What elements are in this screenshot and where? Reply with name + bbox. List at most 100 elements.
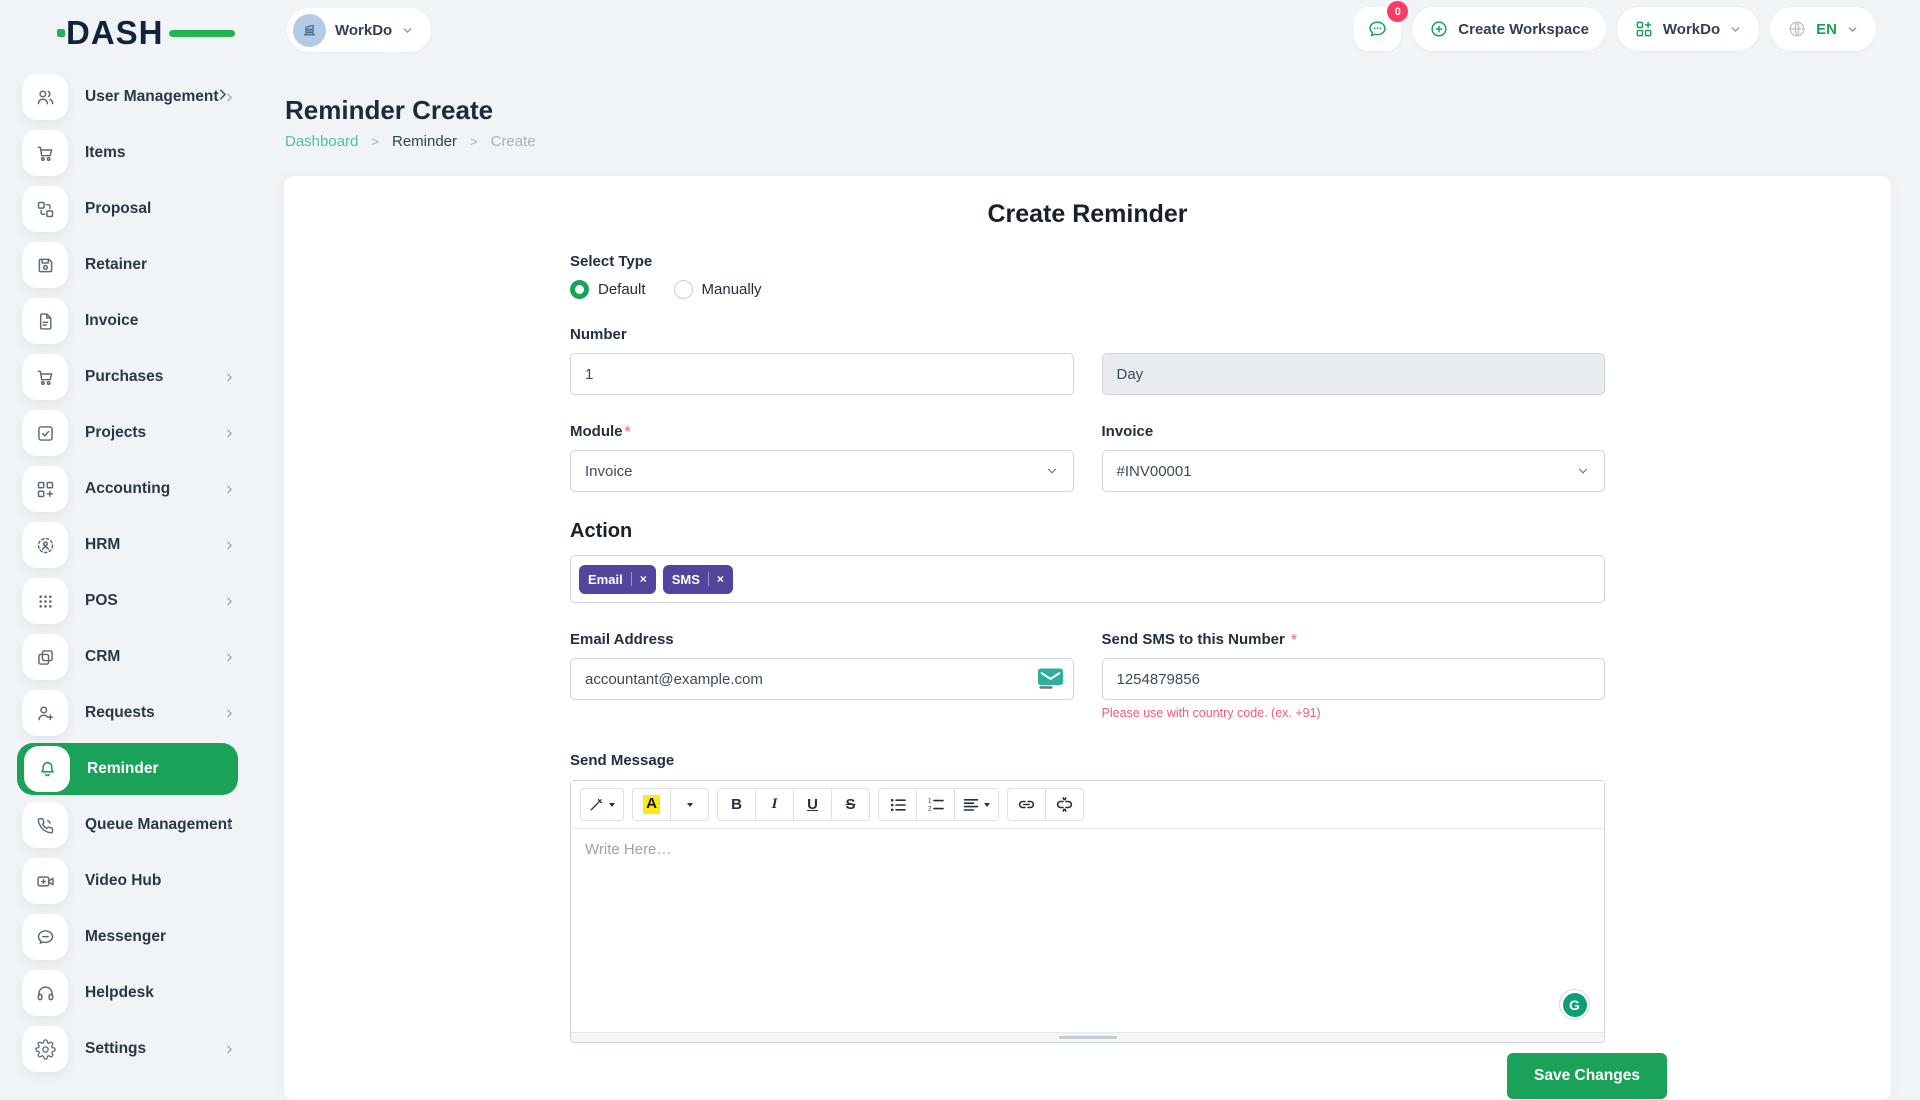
font-color-dropdown-button[interactable] bbox=[670, 788, 709, 821]
sidebar-item-video-hub[interactable]: Video Hub bbox=[0, 853, 268, 909]
sidebar-item-reminder[interactable]: Reminder bbox=[17, 743, 238, 795]
notifications-button[interactable]: 0 bbox=[1354, 7, 1401, 51]
sidebar-item-pos[interactable]: POS bbox=[0, 573, 268, 629]
breadcrumb: Dashboard > Reminder > Create bbox=[285, 133, 536, 150]
italic-button[interactable]: I bbox=[755, 788, 794, 821]
video-camera-icon bbox=[22, 858, 68, 904]
chevron-right-icon bbox=[223, 651, 236, 664]
radio-selected-icon bbox=[570, 280, 589, 299]
chevron-right-icon bbox=[223, 707, 236, 720]
send-sms-label: Send SMS to this Number * bbox=[1102, 631, 1606, 648]
sidebar-item-messenger[interactable]: Messenger bbox=[0, 909, 268, 965]
number-unit-field bbox=[1102, 353, 1606, 395]
insert-link-button[interactable] bbox=[1007, 788, 1046, 821]
language-selector[interactable]: EN bbox=[1770, 7, 1876, 51]
chevron-right-icon bbox=[223, 427, 236, 440]
bold-button[interactable]: B bbox=[717, 788, 756, 821]
save-icon bbox=[22, 242, 68, 288]
ordered-list-button[interactable]: 1 2 bbox=[916, 788, 955, 821]
invoice-label: Invoice bbox=[1102, 423, 1606, 440]
plus-circle-icon bbox=[1429, 19, 1449, 39]
breadcrumb-current: Create bbox=[491, 133, 536, 150]
font-color-button[interactable]: A bbox=[632, 788, 671, 821]
remove-tag-icon[interactable]: × bbox=[708, 572, 724, 586]
sidebar-item-retainer[interactable]: Retainer bbox=[0, 237, 268, 293]
sidebar-item-items[interactable]: Items bbox=[0, 125, 268, 181]
hrm-person-target-icon bbox=[22, 522, 68, 568]
save-changes-button[interactable]: Save Changes bbox=[1507, 1053, 1667, 1099]
send-message-label: Send Message bbox=[570, 752, 1605, 769]
sms-number-input[interactable] bbox=[1102, 658, 1606, 700]
workspace-menu-button[interactable]: WorkDo bbox=[1617, 7, 1759, 51]
svg-text:1: 1 bbox=[928, 797, 932, 804]
chevron-down-icon bbox=[1729, 23, 1742, 36]
chevron-right-icon bbox=[223, 539, 236, 552]
sidebar-item-requests[interactable]: Requests bbox=[0, 685, 268, 741]
gear-icon bbox=[22, 1026, 68, 1072]
headset-icon bbox=[22, 970, 68, 1016]
sidebar-item-accounting[interactable]: Accounting bbox=[0, 461, 268, 517]
sidebar-item-invoice[interactable]: Invoice bbox=[0, 293, 268, 349]
mail-icon bbox=[1038, 669, 1063, 690]
sidebar: User Management Items Proposal bbox=[0, 69, 268, 1077]
overlapping-squares-icon bbox=[22, 634, 68, 680]
unordered-list-button[interactable] bbox=[878, 788, 917, 821]
radio-unselected-icon bbox=[674, 280, 693, 299]
workspace-switcher-label: WorkDo bbox=[335, 22, 392, 39]
breadcrumb-reminder[interactable]: Reminder bbox=[392, 133, 457, 150]
sidebar-item-queue-management[interactable]: Queue Management bbox=[0, 797, 268, 853]
create-workspace-button[interactable]: Create Workspace bbox=[1412, 7, 1606, 51]
action-heading: Action bbox=[570, 520, 1605, 543]
underline-button[interactable]: U bbox=[793, 788, 832, 821]
chat-bubble-icon bbox=[22, 914, 68, 960]
sidebar-item-hrm[interactable]: HRM bbox=[0, 517, 268, 573]
chevron-down-icon bbox=[1045, 464, 1059, 478]
style-magic-button[interactable] bbox=[580, 788, 624, 821]
radio-default[interactable]: Default bbox=[570, 280, 646, 299]
sidebar-item-crm[interactable]: CRM bbox=[0, 629, 268, 685]
sidebar-item-helpdesk[interactable]: Helpdesk bbox=[0, 965, 268, 1021]
editor-resize-bar[interactable] bbox=[571, 1032, 1604, 1042]
chevron-down-icon bbox=[401, 24, 414, 37]
language-code: EN bbox=[1816, 21, 1837, 38]
breadcrumb-dashboard-link[interactable]: Dashboard bbox=[285, 133, 358, 150]
page-title: Reminder Create bbox=[285, 95, 493, 126]
message-editor: A B I U S bbox=[570, 780, 1605, 1043]
chevron-right-icon bbox=[223, 595, 236, 608]
paragraph-align-button[interactable] bbox=[954, 788, 999, 821]
number-input[interactable] bbox=[570, 353, 1074, 395]
dash-logo[interactable]: DASH bbox=[66, 16, 164, 49]
email-address-input[interactable] bbox=[570, 658, 1074, 700]
sidebar-item-purchases[interactable]: Purchases bbox=[0, 349, 268, 405]
resize-grip-icon bbox=[1059, 1036, 1117, 1039]
action-tags-input[interactable]: Email × SMS × bbox=[570, 555, 1605, 603]
chevron-down-icon bbox=[1576, 464, 1590, 478]
sidebar-item-settings[interactable]: Settings bbox=[0, 1021, 268, 1077]
svg-text:2: 2 bbox=[928, 805, 932, 812]
strikethrough-button[interactable]: S bbox=[831, 788, 870, 821]
unlink-icon bbox=[1056, 796, 1073, 813]
remove-tag-icon[interactable]: × bbox=[631, 572, 647, 586]
grammarly-icon[interactable]: G bbox=[1559, 989, 1590, 1020]
sidebar-item-projects[interactable]: Projects bbox=[0, 405, 268, 461]
editor-toolbar: A B I U S bbox=[571, 781, 1604, 829]
sidebar-collapse-toggle[interactable] bbox=[215, 87, 230, 102]
logo-green-dot-icon bbox=[57, 29, 65, 37]
sidebar-item-proposal[interactable]: Proposal bbox=[0, 181, 268, 237]
workspace-menu-label: WorkDo bbox=[1663, 21, 1720, 38]
header-actions: 0 Create Workspace WorkDo EN bbox=[1354, 7, 1876, 51]
tag-sms: SMS × bbox=[663, 565, 733, 594]
chat-bubble-icon bbox=[1366, 18, 1389, 41]
unlink-button[interactable] bbox=[1045, 788, 1084, 821]
notification-badge: 0 bbox=[1387, 1, 1408, 22]
phone-icon bbox=[22, 802, 68, 848]
workspace-switcher[interactable]: WorkDo bbox=[287, 8, 431, 52]
align-lines-icon bbox=[963, 797, 979, 813]
radio-manually[interactable]: Manually bbox=[674, 280, 762, 299]
message-editable-area[interactable]: Write Here… G bbox=[571, 829, 1604, 1032]
module-select[interactable]: Invoice bbox=[570, 450, 1074, 492]
link-icon bbox=[1018, 796, 1035, 813]
invoice-select[interactable]: #INV00001 bbox=[1102, 450, 1606, 492]
tag-email: Email × bbox=[579, 565, 656, 594]
check-square-icon bbox=[22, 410, 68, 456]
